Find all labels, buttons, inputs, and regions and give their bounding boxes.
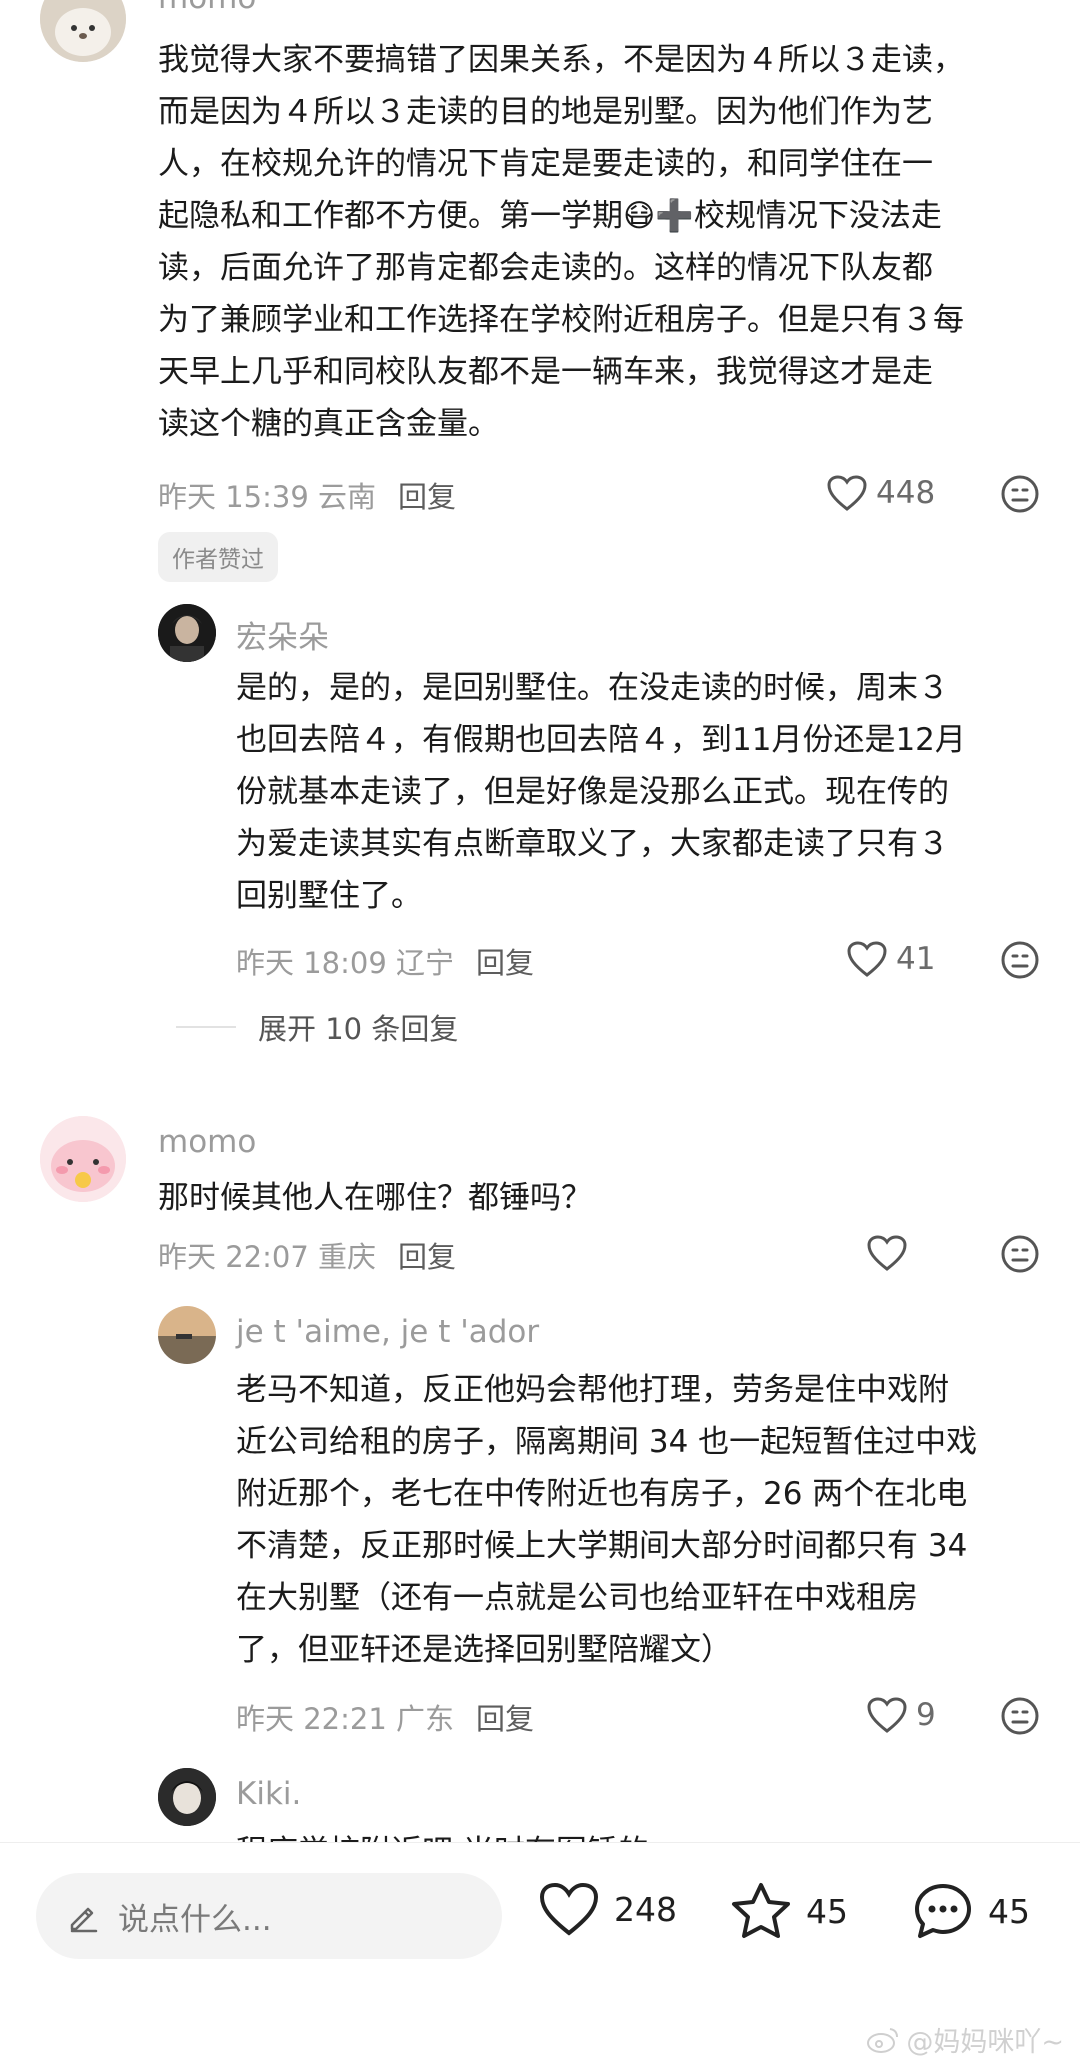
comment-meta: 昨天 22:07 重庆 回复 bbox=[158, 1234, 456, 1276]
face-icon bbox=[1001, 1235, 1039, 1273]
reply-button[interactable]: 回复 bbox=[398, 1240, 456, 1274]
post-comment-count: 45 bbox=[988, 1891, 1030, 1931]
comment-list[interactable]: momo 我觉得大家不要搞错了因果关系，不是因为４所以３走读， 而是因为４所以３… bbox=[0, 0, 1080, 1842]
user-avatar[interactable] bbox=[158, 1768, 216, 1826]
emoji-react-button[interactable] bbox=[1000, 1234, 1040, 1278]
post-favorite-count: 45 bbox=[806, 1891, 848, 1931]
emoji-react-button[interactable] bbox=[1000, 940, 1040, 984]
comment-text: 是的，是的，是回别墅住。在没走读的时候，周末３ 也回去陪４，有假期也回去陪４，到… bbox=[236, 670, 966, 914]
heart-icon bbox=[539, 1882, 599, 1936]
weibo-logo-icon bbox=[867, 2027, 899, 2053]
user-avatar[interactable] bbox=[158, 604, 216, 662]
like-button[interactable]: 448 bbox=[826, 474, 935, 512]
reply-button[interactable]: 回复 bbox=[398, 480, 456, 514]
like-button[interactable]: 9 bbox=[866, 1696, 936, 1734]
like-count: 448 bbox=[876, 475, 936, 511]
emoji-react-button[interactable] bbox=[1000, 1696, 1040, 1740]
reply-button[interactable]: 回复 bbox=[476, 946, 534, 980]
heart-icon bbox=[827, 475, 867, 511]
watermark: @妈妈咪吖~ bbox=[866, 2020, 1064, 2059]
user-avatar[interactable] bbox=[158, 1306, 216, 1364]
comment-time: 昨天 22:21 广东 bbox=[236, 1702, 455, 1736]
pencil-icon bbox=[70, 1907, 98, 1933]
comment-input[interactable]: 说点什么... bbox=[36, 1873, 502, 1959]
face-icon bbox=[1001, 475, 1039, 513]
like-count: 9 bbox=[916, 1697, 936, 1733]
comment-text: 我觉得大家不要搞错了因果关系，不是因为４所以３走读， 而是因为４所以３走读的目的… bbox=[158, 42, 964, 442]
comment-meta: 昨天 18:09 辽宁 回复 bbox=[236, 940, 534, 982]
comment-username[interactable]: momo bbox=[158, 0, 256, 16]
comment-username[interactable]: momo bbox=[158, 1124, 256, 1160]
user-avatar[interactable] bbox=[40, 1116, 126, 1202]
comment-time: 昨天 18:09 辽宁 bbox=[236, 946, 455, 980]
comment-bubble-icon bbox=[915, 1884, 971, 1938]
watermark-text: @妈妈咪吖~ bbox=[906, 2027, 1064, 2058]
comment-post-button[interactable]: 45 bbox=[912, 1881, 1030, 1941]
heart-icon bbox=[867, 1697, 907, 1733]
comment-text: 程序学校附近吧 当时有图锤的 bbox=[236, 1826, 1056, 1842]
bottom-action-bar: 说点什么... 248 45 45 @妈妈咪吖~ bbox=[0, 1842, 1080, 2066]
favorite-post-button[interactable]: 45 bbox=[730, 1881, 848, 1941]
star-icon bbox=[732, 1883, 790, 1938]
comment-username[interactable]: Kiki. bbox=[236, 1776, 301, 1812]
comment-username[interactable]: 宏朵朵 bbox=[236, 612, 329, 657]
like-button[interactable] bbox=[866, 1234, 916, 1272]
like-post-button[interactable]: 248 bbox=[538, 1881, 677, 1937]
comment-meta: 昨天 22:21 广东 回复 bbox=[236, 1696, 534, 1738]
comment-time: 昨天 22:07 重庆 bbox=[158, 1240, 377, 1274]
comment-username[interactable]: je t 'aime, je t 'ador bbox=[236, 1314, 539, 1350]
face-icon bbox=[1001, 941, 1039, 979]
comment-time: 昨天 15:39 云南 bbox=[158, 480, 377, 514]
reply-button[interactable]: 回复 bbox=[476, 1702, 534, 1736]
heart-icon bbox=[847, 941, 887, 977]
like-button[interactable]: 41 bbox=[846, 940, 935, 978]
comment-text: 那时候其他人在哪住？都锤吗？ bbox=[158, 1180, 592, 1216]
comment-input-placeholder: 说点什么... bbox=[118, 1901, 272, 1938]
face-icon bbox=[1001, 1697, 1039, 1735]
emoji-react-button[interactable] bbox=[1000, 474, 1040, 518]
post-like-count: 248 bbox=[614, 1889, 677, 1929]
comment-meta: 昨天 15:39 云南 回复 bbox=[158, 474, 456, 516]
divider-line bbox=[176, 1026, 236, 1028]
user-avatar[interactable] bbox=[40, 0, 126, 62]
expand-replies-button[interactable]: 展开 10 条回复 bbox=[176, 1006, 458, 1048]
author-liked-tag: 作者赞过 bbox=[158, 532, 278, 582]
expand-replies-label: 展开 10 条回复 bbox=[258, 1012, 459, 1046]
heart-icon bbox=[867, 1235, 907, 1271]
like-count: 41 bbox=[896, 941, 936, 977]
comment-page: momo 我觉得大家不要搞错了因果关系，不是因为４所以３走读， 而是因为４所以３… bbox=[0, 0, 1080, 2066]
comment-text: 老马不知道，反正他妈会帮他打理，劳务是住中戏附 近公司给租的房子，隔离期间 34… bbox=[236, 1372, 978, 1668]
